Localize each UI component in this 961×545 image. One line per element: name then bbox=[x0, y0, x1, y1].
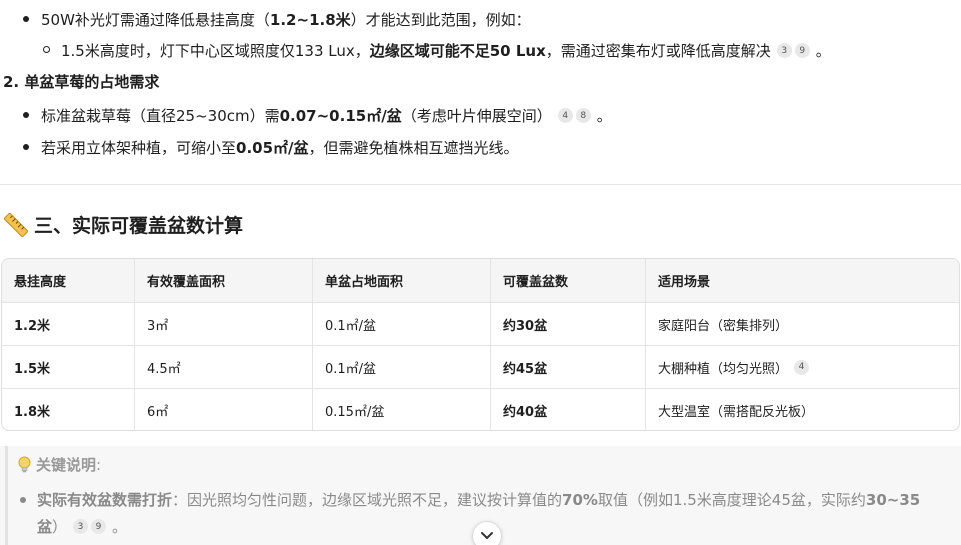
column-header: 可覆盖盆数 bbox=[490, 259, 645, 302]
list-item-continuation: 盆） 39 。 bbox=[37, 518, 128, 536]
column-header: 单盆占地面积 bbox=[312, 259, 490, 302]
bullet-dot bbox=[23, 144, 29, 150]
cell-area: 4.5㎡ bbox=[134, 346, 312, 388]
lightbulb-icon bbox=[18, 456, 31, 472]
sub-bullet-circle bbox=[43, 46, 50, 53]
cell-height: 1.5米 bbox=[14, 361, 51, 377]
table-row: 1.2米 3㎡ 0.1㎡/盆 约30盆 家庭阳台（密集排列） bbox=[2, 302, 959, 345]
section-heading: 三、实际可覆盖盆数计算 bbox=[4, 211, 243, 238]
list-item: 50W补光灯需通过降低悬挂高度（ 1.2~1.8米 ）才能达到此范围，例如： bbox=[41, 11, 531, 29]
column-header: 适用场景 bbox=[645, 259, 959, 302]
table-row: 1.8米 6㎡ 0.15㎡/盆 约40盆 大型温室（需搭配反光板） bbox=[2, 388, 959, 430]
cell-height: 1.2米 bbox=[14, 318, 51, 334]
table-row: 1.5米 4.5㎡ 0.1㎡/盆 约45盆 大棚种植（均匀光照） 4 bbox=[2, 345, 959, 388]
cell-area: 6㎡ bbox=[134, 389, 312, 430]
citation-badge[interactable]: 8 bbox=[575, 108, 591, 123]
cell-scene: 家庭阳台（密集排列） bbox=[645, 303, 959, 345]
column-header: 有效覆盖面积 bbox=[134, 259, 312, 302]
cell-pots: 约40盆 bbox=[490, 389, 645, 430]
bullet-dot bbox=[23, 112, 29, 118]
list-item: 1.5米高度时，灯下中心区域照度仅133 Lux， 边缘区域可能不足50 Lux，… bbox=[61, 42, 831, 60]
bullet-dot bbox=[23, 16, 29, 22]
citation-badge[interactable]: 3 bbox=[776, 43, 792, 58]
cell-per-pot: 0.1㎡/盆 bbox=[312, 346, 490, 388]
list-item: 标准盆栽草莓（直径25~30cm）需 0.07~0.15㎡/盆 （考虑叶片伸展空间）… bbox=[41, 107, 612, 125]
note-accent-bar bbox=[5, 446, 8, 545]
section-heading: 2. 单盆草莓的占地需求 bbox=[3, 73, 160, 91]
scroll-down-button[interactable] bbox=[472, 521, 502, 545]
citation-badge[interactable]: 9 bbox=[91, 519, 107, 534]
citation-badge[interactable]: 4 bbox=[557, 108, 573, 123]
column-header: 悬挂高度 bbox=[14, 275, 67, 290]
cell-scene: 大型温室（需搭配反光板） bbox=[645, 389, 959, 430]
list-item: 实际有效盆数需打折 ：因光照均匀性问题，边缘区域光照不足，建议按计算值的 70% 取… bbox=[37, 490, 921, 510]
cell-area: 3㎡ bbox=[134, 303, 312, 345]
citation-badge[interactable]: 4 bbox=[794, 359, 810, 375]
cell-scene: 大棚种植（均匀光照） 4 bbox=[645, 346, 959, 388]
citation-badge[interactable]: 3 bbox=[73, 519, 89, 534]
citation-badge[interactable]: 9 bbox=[794, 43, 810, 58]
cell-per-pot: 0.15㎡/盆 bbox=[312, 389, 490, 430]
list-item: 若采用立体架种植，可缩小至 0.05㎡/盆 ，但需避免植株相互遮挡光线。 bbox=[41, 139, 519, 157]
section-title: 三、实际可覆盖盆数计算 bbox=[34, 215, 244, 237]
bullet-dot bbox=[20, 497, 26, 503]
ruler-icon bbox=[4, 212, 28, 237]
divider bbox=[0, 184, 961, 185]
cell-pots: 约30盆 bbox=[490, 303, 645, 345]
cell-height: 1.8米 bbox=[14, 404, 51, 420]
chevron-down-icon bbox=[481, 532, 493, 539]
note-title: 关键说明: bbox=[17, 454, 101, 475]
coverage-table: 悬挂高度 有效覆盖面积 单盆占地面积 可覆盖盆数 适用场景 1.2米 3㎡ 0.… bbox=[1, 258, 960, 431]
table-header-row: 悬挂高度 有效覆盖面积 单盆占地面积 可覆盖盆数 适用场景 bbox=[2, 259, 959, 302]
cell-per-pot: 0.1㎡/盆 bbox=[312, 303, 490, 345]
cell-pots: 约45盆 bbox=[490, 346, 645, 388]
